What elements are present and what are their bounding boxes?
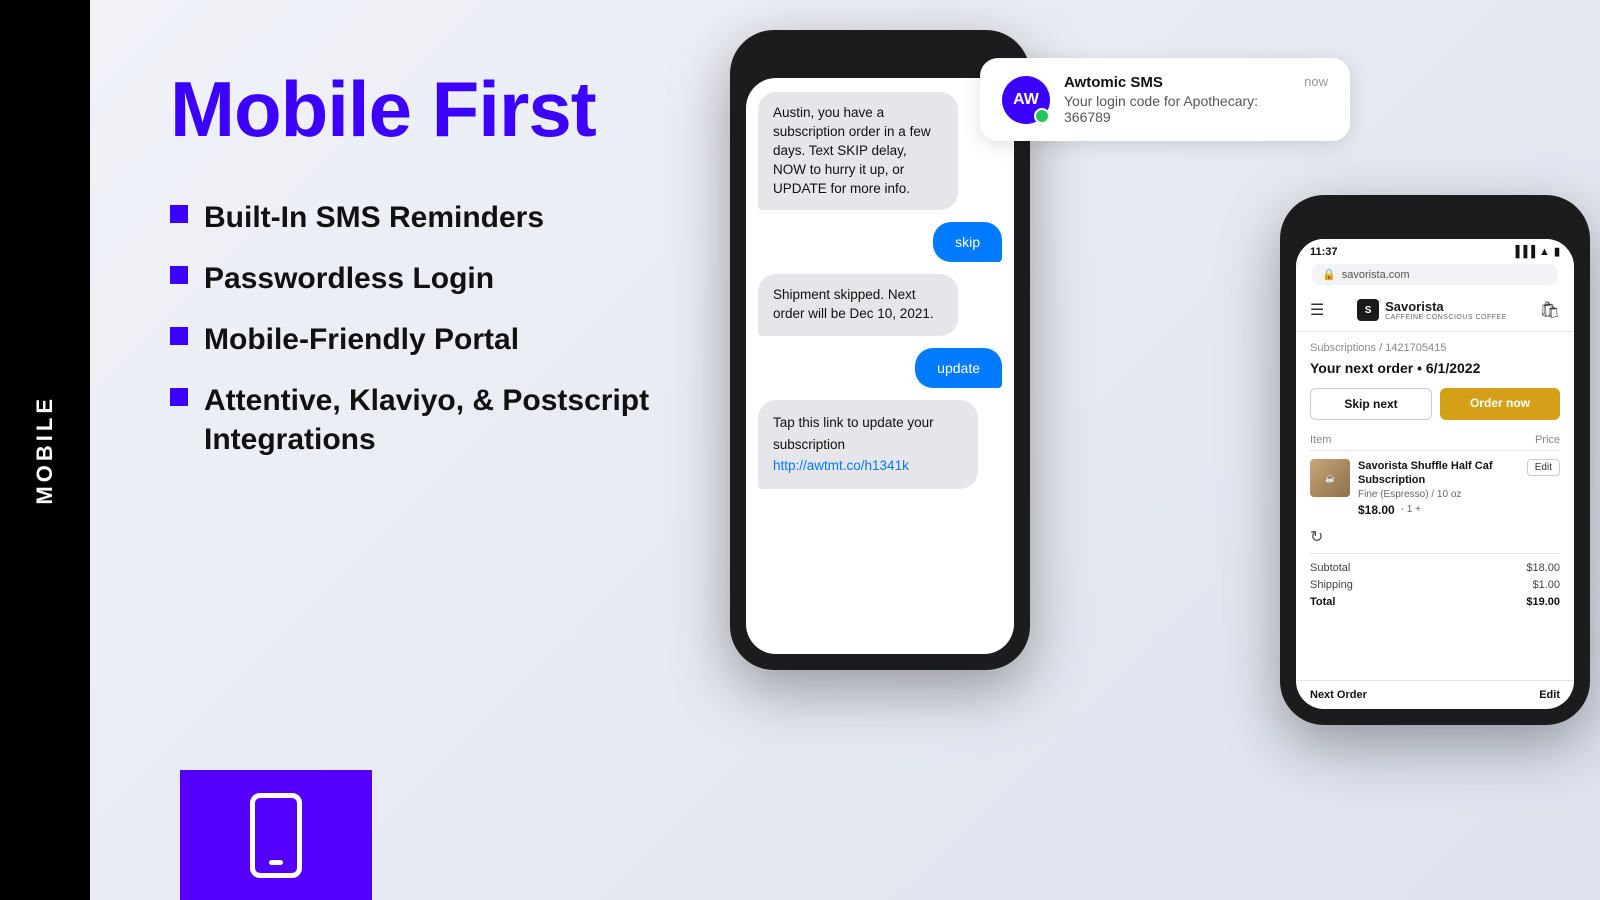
edit-product-button[interactable]: Edit xyxy=(1527,459,1560,476)
product-variant: Fine (Espresso) / 10 oz xyxy=(1358,488,1519,501)
brand-name: Savorista xyxy=(1385,299,1507,314)
sms-subscription-link[interactable]: http://awtmt.co/h1341k xyxy=(773,458,909,473)
column-item: Item xyxy=(1310,434,1331,446)
lock-icon: 🔒 xyxy=(1322,268,1336,281)
page-title: Mobile First xyxy=(170,70,650,148)
phone-notch-small xyxy=(1390,211,1480,231)
subtotal-row: Subtotal $18.00 xyxy=(1310,562,1560,574)
battery-icon: ▮ xyxy=(1554,245,1560,258)
skip-next-button[interactable]: Skip next xyxy=(1310,388,1432,420)
list-item: Attentive, Klaviyo, & Postscript Integra… xyxy=(170,381,650,459)
subtotal-value: $18.00 xyxy=(1526,562,1560,574)
order-title: Your next order • 6/1/2022 xyxy=(1310,360,1560,376)
sms-message-3: Tap this link to update your subscriptio… xyxy=(758,400,978,489)
list-item: Passwordless Login xyxy=(170,259,650,298)
feature-label: Passwordless Login xyxy=(204,259,494,298)
feature-label: Attentive, Klaviyo, & Postscript Integra… xyxy=(204,381,650,459)
sidebar: MOBILE xyxy=(0,0,90,900)
product-row: ☕ Savorista Shuffle Half Caf Subscriptio… xyxy=(1310,459,1560,517)
product-info: Savorista Shuffle Half Caf Subscription … xyxy=(1358,459,1519,517)
refresh-icon: ↻ xyxy=(1310,527,1560,547)
next-order-label: Next Order xyxy=(1310,689,1367,701)
column-price: Price xyxy=(1535,434,1560,446)
portal-phone-mockup: 11:37 ▐▐▐ ▲ ▮ 🔒 savorista.com ☰ xyxy=(1280,195,1590,725)
bullet-icon xyxy=(170,205,188,223)
main-content: Mobile First Built-In SMS Reminders Pass… xyxy=(90,0,1600,900)
portal-content: Subscriptions / 1421705415 Your next ord… xyxy=(1296,332,1574,680)
cart-icon[interactable]: 🛍 xyxy=(1540,300,1560,320)
avatar-badge xyxy=(1034,108,1050,124)
total-label: Total xyxy=(1310,596,1335,608)
product-qty: - 1 + xyxy=(1401,504,1421,515)
order-totals: Subtotal $18.00 Shipping $1.00 Total $19… xyxy=(1310,553,1560,608)
product-price: $18.00 xyxy=(1358,503,1395,517)
notification-time: now xyxy=(1304,74,1328,89)
list-item: Built-In SMS Reminders xyxy=(170,198,650,237)
sms-reply-2: update xyxy=(915,348,1002,388)
action-buttons: Skip next Order now xyxy=(1310,388,1560,420)
status-icons: ▐▐▐ ▲ ▮ xyxy=(1512,245,1560,258)
table-header: Item Price xyxy=(1310,434,1560,451)
sms-message-2: Shipment skipped. Next order will be Dec… xyxy=(758,274,958,336)
phone-notch xyxy=(830,46,930,68)
shipping-value: $1.00 xyxy=(1532,579,1560,591)
shipping-row: Shipping $1.00 xyxy=(1310,579,1560,591)
signal-icon: ▐▐▐ xyxy=(1512,246,1535,258)
status-time: 11:37 xyxy=(1310,246,1338,258)
order-now-button[interactable]: Order now xyxy=(1440,388,1560,420)
feature-list: Built-In SMS Reminders Passwordless Logi… xyxy=(170,198,650,459)
sms-message-1: Austin, you have a subscription order in… xyxy=(758,92,958,210)
total-row: Total $19.00 xyxy=(1310,596,1560,608)
product-name: Savorista Shuffle Half Caf Subscription xyxy=(1358,459,1519,488)
url-text: savorista.com xyxy=(1342,269,1410,281)
feature-label: Built-In SMS Reminders xyxy=(204,198,544,237)
right-section: AW Awtomic SMS Your login code for Apoth… xyxy=(710,0,1600,900)
phone-icon xyxy=(250,793,302,878)
left-section: Mobile First Built-In SMS Reminders Pass… xyxy=(90,0,710,900)
bullet-icon xyxy=(170,388,188,406)
bullet-icon xyxy=(170,327,188,345)
avatar-initials: AW xyxy=(1013,91,1039,109)
address-bar: 🔒 savorista.com xyxy=(1312,264,1558,285)
portal-nav: ☰ S Savorista CAFFEINE CONSCIOUS COFFEE … xyxy=(1296,289,1574,332)
brand-sub: CAFFEINE CONSCIOUS COFFEE xyxy=(1385,314,1507,321)
notification-message: Your login code for Apothecary: 366789 xyxy=(1064,93,1290,125)
wifi-icon: ▲ xyxy=(1539,246,1550,258)
status-bar: 11:37 ▐▐▐ ▲ ▮ xyxy=(1296,239,1574,264)
bullet-icon xyxy=(170,266,188,284)
portal-screen: 11:37 ▐▐▐ ▲ ▮ 🔒 savorista.com ☰ xyxy=(1296,239,1574,709)
breadcrumb: Subscriptions / 1421705415 xyxy=(1310,342,1560,354)
notification-sender: Awtomic SMS xyxy=(1064,74,1290,91)
sms-screen: Austin, you have a subscription order in… xyxy=(746,78,1014,654)
feature-label: Mobile-Friendly Portal xyxy=(204,320,519,359)
total-value: $19.00 xyxy=(1526,596,1560,608)
mobile-icon-box xyxy=(180,770,372,900)
next-order-edit[interactable]: Edit xyxy=(1539,689,1560,701)
portal-footer: Next Order Edit xyxy=(1296,680,1574,709)
subtotal-label: Subtotal xyxy=(1310,562,1350,574)
notification-content: Awtomic SMS Your login code for Apotheca… xyxy=(1064,74,1290,125)
logo-icon: S xyxy=(1357,299,1379,321)
sms-reply-1: skip xyxy=(933,222,1002,262)
notification-card: AW Awtomic SMS Your login code for Apoth… xyxy=(980,58,1350,141)
brand-logo: S Savorista CAFFEINE CONSCIOUS COFFEE xyxy=(1357,299,1507,321)
hamburger-icon[interactable]: ☰ xyxy=(1310,300,1324,320)
list-item: Mobile-Friendly Portal xyxy=(170,320,650,359)
sidebar-label: MOBILE xyxy=(32,395,58,505)
product-thumbnail: ☕ xyxy=(1310,459,1350,497)
shipping-label: Shipping xyxy=(1310,579,1353,591)
avatar: AW xyxy=(1002,76,1050,124)
